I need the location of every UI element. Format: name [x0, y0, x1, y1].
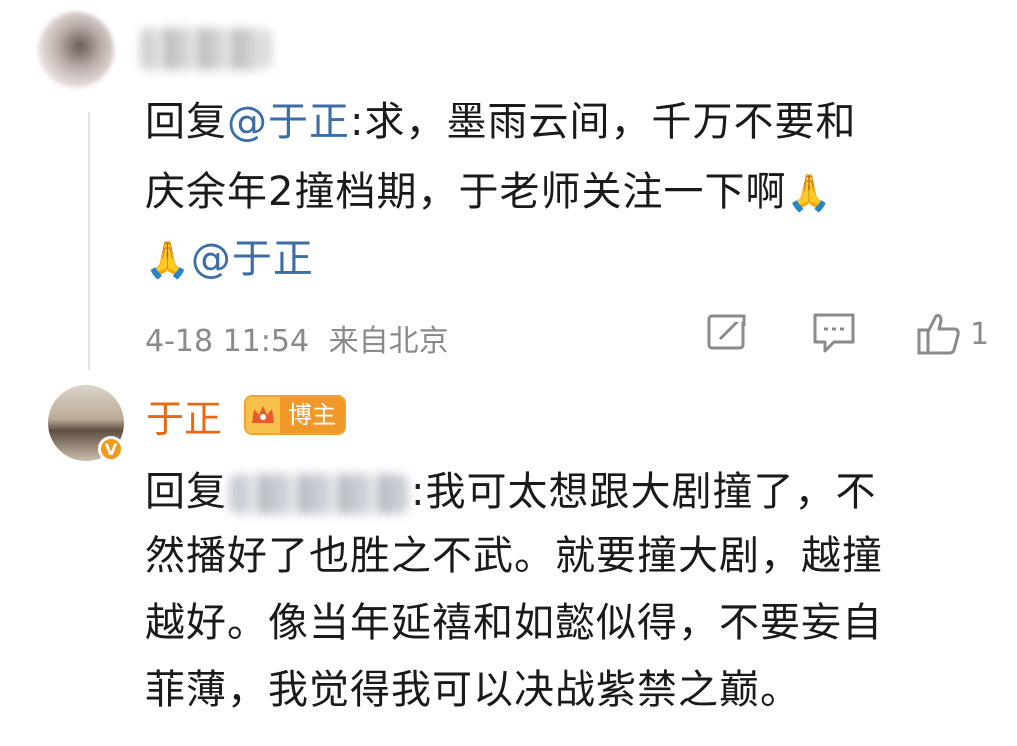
repost-icon: [707, 312, 748, 350]
comment2-line3: 越好。像当年延禧和如懿似得，不要妄自: [145, 589, 883, 657]
folded-hands-icon: 🙏: [145, 240, 191, 281]
timestamp: 4-18 11:54: [145, 324, 310, 359]
comment-text: 庆余年2撞档期，于老师关注一下啊: [145, 169, 787, 215]
mention-link[interactable]: @于正: [227, 99, 350, 145]
comment1-line2: 庆余年2撞档期，于老师关注一下啊🙏: [145, 158, 832, 228]
comment-button[interactable]: [812, 312, 856, 354]
reply-prefix: 回复: [145, 469, 227, 515]
thread-line: [88, 112, 90, 370]
author-name[interactable]: 于正: [146, 388, 222, 443]
username-blurred[interactable]: [140, 28, 270, 70]
comment-text: :求，墨雨云间，千万不要和: [350, 99, 857, 145]
reply-prefix: 回复: [145, 99, 227, 145]
avatar-blurred[interactable]: [38, 12, 114, 88]
repost-button[interactable]: [706, 312, 748, 352]
host-badge-label: 博主: [280, 397, 344, 433]
comment-icon: [813, 313, 855, 353]
comment-text: 菲薄，我觉得我可以决战紫禁之巅。: [145, 667, 801, 713]
like-button[interactable]: 1: [916, 312, 989, 356]
comment1-meta: 4-18 11:54 来自北京: [145, 316, 449, 360]
comment-text: 越好。像当年延禧和如懿似得，不要妄自: [145, 600, 883, 646]
comment1-line1: 回复@于正:求，墨雨云间，千万不要和: [145, 88, 856, 156]
verified-v-icon: V: [98, 436, 124, 462]
mention-link[interactable]: @于正: [191, 236, 314, 282]
like-count: 1: [970, 316, 990, 352]
comment1-line3: 🙏@于正: [145, 225, 314, 295]
comment2-line2: 然播好了也胜之不武。就要撞大剧，越撞: [145, 522, 883, 590]
location: 来自北京: [328, 324, 449, 359]
host-badge: 博主: [244, 395, 346, 435]
comment2-line4: 菲薄，我觉得我可以决战紫禁之巅。: [145, 656, 801, 724]
mention-blurred[interactable]: [229, 474, 409, 514]
comment-text: :我可太想跟大剧撞了，不: [411, 469, 877, 515]
folded-hands-icon: 🙏: [786, 173, 833, 214]
crown-icon: [246, 397, 280, 433]
comment2-line1: 回复 :我可太想跟大剧撞了，不: [145, 458, 876, 526]
comment-text: 然播好了也胜之不武。就要撞大剧，越撞: [145, 533, 883, 579]
like-icon: [917, 314, 960, 355]
